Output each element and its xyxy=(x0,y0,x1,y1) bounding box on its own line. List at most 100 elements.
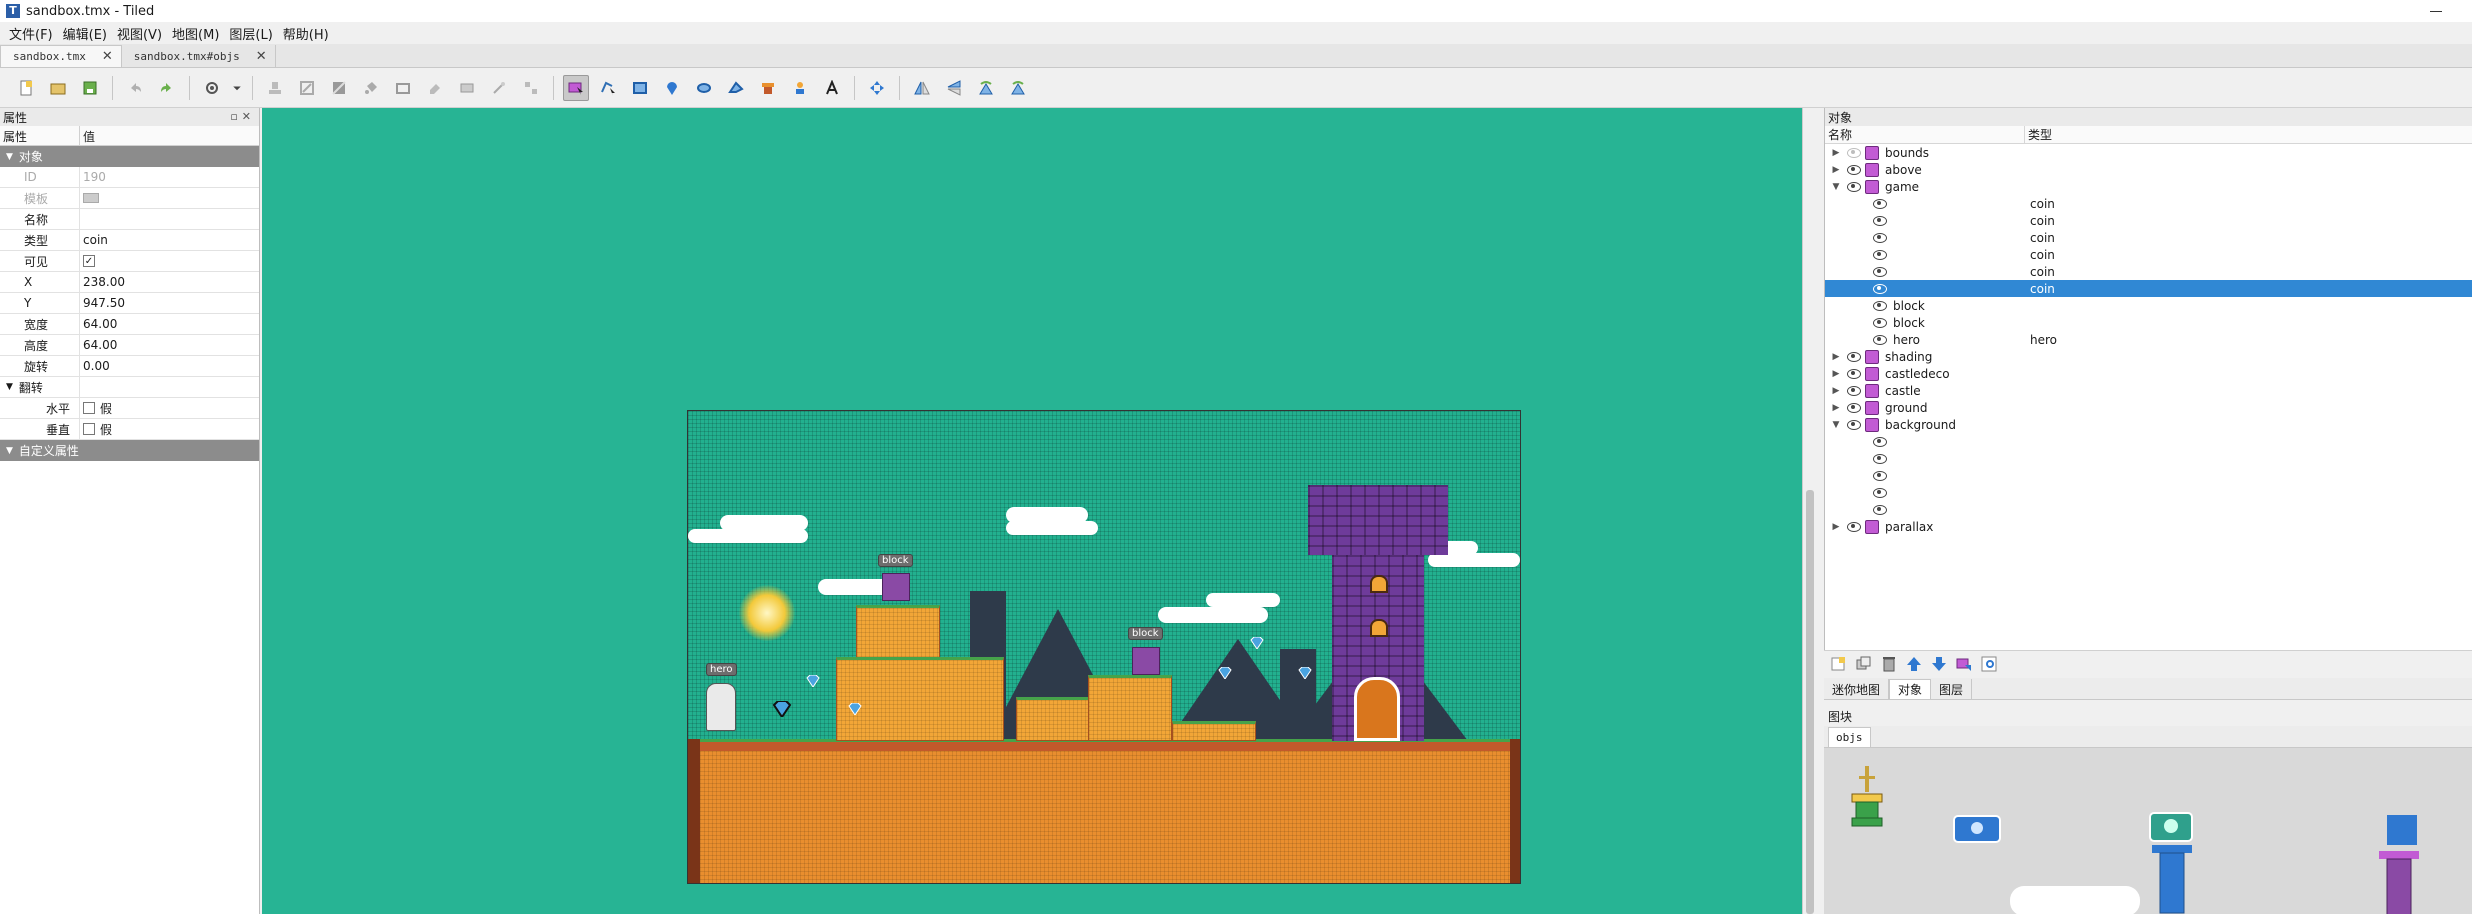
tab-objects[interactable]: 对象 xyxy=(1889,679,1932,699)
panel-float-close-icons[interactable]: ▫✕ xyxy=(230,110,255,123)
tab-layers[interactable]: 图层 xyxy=(1931,679,1973,699)
layer-row-above[interactable]: ▶ above xyxy=(1825,161,2472,178)
minimize-button[interactable] xyxy=(2428,4,2444,18)
menu-layer[interactable]: 图层(L) xyxy=(224,22,277,45)
insert-tile-button[interactable] xyxy=(755,75,781,101)
menu-help[interactable]: 帮助(H) xyxy=(278,22,334,45)
eye-icon[interactable] xyxy=(1873,317,1887,328)
command-dropdown[interactable] xyxy=(231,75,243,101)
insert-rectangle-button[interactable] xyxy=(627,75,653,101)
select-same-tile-button[interactable] xyxy=(518,75,544,101)
prop-row-flip-horizontal[interactable]: 水平 假 xyxy=(0,398,259,419)
map-canvas[interactable]: block block hero xyxy=(262,108,1802,914)
stamp-brush-button[interactable] xyxy=(262,75,288,101)
eye-icon[interactable] xyxy=(1873,334,1887,345)
scrollbar-thumb[interactable] xyxy=(1806,490,1814,914)
expand-arrow-icon[interactable]: ▶ xyxy=(1831,165,1841,175)
eye-icon[interactable] xyxy=(1873,266,1887,277)
layer-row-castle[interactable]: ▶ castle xyxy=(1825,382,2472,399)
insert-point-button[interactable] xyxy=(659,75,685,101)
group-custom-properties[interactable]: ▼ 自定义属性 xyxy=(0,440,259,461)
flip-horizontal-button[interactable] xyxy=(909,75,935,101)
expand-arrow-icon[interactable]: ▼ xyxy=(1831,420,1841,430)
insert-polygon-button[interactable] xyxy=(723,75,749,101)
prop-row-rotation[interactable]: 旋转 0.00 xyxy=(0,356,259,377)
coin-gem-icon[interactable] xyxy=(848,703,862,715)
eye-icon[interactable] xyxy=(1873,198,1887,209)
eye-icon[interactable] xyxy=(1847,402,1861,413)
undo-button[interactable] xyxy=(122,75,148,101)
block-object[interactable] xyxy=(1132,647,1160,675)
close-icon[interactable]: ✕ xyxy=(102,49,113,64)
expand-arrow-icon[interactable]: ▶ xyxy=(1831,148,1841,158)
new-layer-icon[interactable] xyxy=(1830,655,1848,673)
expand-arrow-icon[interactable]: ▶ xyxy=(1831,386,1841,396)
canvas-vertical-scrollbar[interactable] xyxy=(1802,108,1816,914)
white-cloud-tile[interactable] xyxy=(2010,886,2140,914)
eye-icon[interactable] xyxy=(1847,521,1861,532)
layer-row-background[interactable]: ▼ background xyxy=(1825,416,2472,433)
menu-edit[interactable]: 编辑(E) xyxy=(58,22,112,45)
coin-gem-icon[interactable] xyxy=(1250,637,1264,649)
close-icon[interactable]: ✕ xyxy=(256,49,267,64)
prop-row-width[interactable]: 宽度 64.00 xyxy=(0,314,259,335)
redo-button[interactable] xyxy=(154,75,180,101)
insert-ellipse-button[interactable] xyxy=(691,75,717,101)
layer-row-shading[interactable]: ▶ shading xyxy=(1825,348,2472,365)
eye-icon[interactable] xyxy=(1873,300,1887,311)
tab-sandbox-objs[interactable]: sandbox.tmx#objs ✕ xyxy=(122,45,276,67)
skull-pillar-tile[interactable] xyxy=(2144,808,2204,914)
rect-select-button[interactable] xyxy=(454,75,480,101)
object-row-block[interactable]: block xyxy=(1825,297,2472,314)
column-type[interactable]: 类型 xyxy=(2025,126,2052,143)
column-name[interactable]: 名称 xyxy=(1825,126,2025,143)
prop-value[interactable]: coin xyxy=(80,233,108,247)
move-down-icon[interactable] xyxy=(1930,655,1948,673)
properties-icon[interactable] xyxy=(1980,655,1998,673)
prop-value[interactable]: 238.00 xyxy=(80,275,125,289)
prop-row-flip-vertical[interactable]: 垂直 假 xyxy=(0,419,259,440)
insert-text-button[interactable] xyxy=(819,75,845,101)
eye-icon[interactable] xyxy=(1873,249,1887,260)
terrain-brush-button[interactable] xyxy=(294,75,320,101)
eye-icon[interactable] xyxy=(1847,419,1861,430)
duplicate-icon[interactable] xyxy=(1855,655,1873,673)
eye-icon[interactable] xyxy=(1873,504,1887,515)
eraser-button[interactable] xyxy=(422,75,448,101)
eye-icon[interactable] xyxy=(1873,283,1887,294)
prop-row-height[interactable]: 高度 64.00 xyxy=(0,335,259,356)
tab-minimap[interactable]: 迷你地图 xyxy=(1824,679,1890,699)
object-row-coin[interactable]: coin xyxy=(1825,195,2472,212)
layer-row-ground[interactable]: ▶ ground xyxy=(1825,399,2472,416)
blue-block-pillar-tile[interactable] xyxy=(2369,812,2429,914)
eye-icon[interactable] xyxy=(1873,215,1887,226)
flip-horizontal-checkbox[interactable] xyxy=(83,402,95,414)
layer-row-parallax[interactable]: ▶ parallax xyxy=(1825,518,2472,535)
coin-gem-icon[interactable] xyxy=(806,675,820,687)
flip-vertical-checkbox[interactable] xyxy=(83,423,95,435)
command-button[interactable] xyxy=(199,75,225,101)
move-to-layer-icon[interactable] xyxy=(1955,655,1973,673)
group-object[interactable]: ▼ 对象 xyxy=(0,146,259,167)
template-button-icon[interactable] xyxy=(83,193,99,203)
column-value[interactable]: 值 xyxy=(80,126,98,145)
bucket-fill-button[interactable] xyxy=(358,75,384,101)
eye-icon[interactable] xyxy=(1873,470,1887,481)
menu-file[interactable]: 文件(F) xyxy=(4,22,58,45)
eye-icon[interactable] xyxy=(1847,164,1861,175)
prop-value[interactable]: 64.00 xyxy=(80,338,117,352)
coin-gem-icon[interactable] xyxy=(1298,667,1312,679)
sword-pedestal-tile[interactable] xyxy=(1842,766,1892,836)
magic-wand-button[interactable] xyxy=(486,75,512,101)
layer-row-game[interactable]: ▼ game xyxy=(1825,178,2472,195)
rotate-left-button[interactable] xyxy=(973,75,999,101)
prop-row-visible[interactable]: 可见 ✓ xyxy=(0,251,259,272)
prop-row-x[interactable]: X 238.00 xyxy=(0,272,259,293)
expand-arrow-icon[interactable]: ▶ xyxy=(1831,352,1841,362)
flip-vertical-button[interactable] xyxy=(941,75,967,101)
object-row-background-item[interactable] xyxy=(1825,484,2472,501)
menu-view[interactable]: 视图(V) xyxy=(112,22,167,45)
prop-value[interactable]: 0.00 xyxy=(80,359,110,373)
prop-value[interactable]: 64.00 xyxy=(80,317,117,331)
new-file-button[interactable] xyxy=(13,75,39,101)
